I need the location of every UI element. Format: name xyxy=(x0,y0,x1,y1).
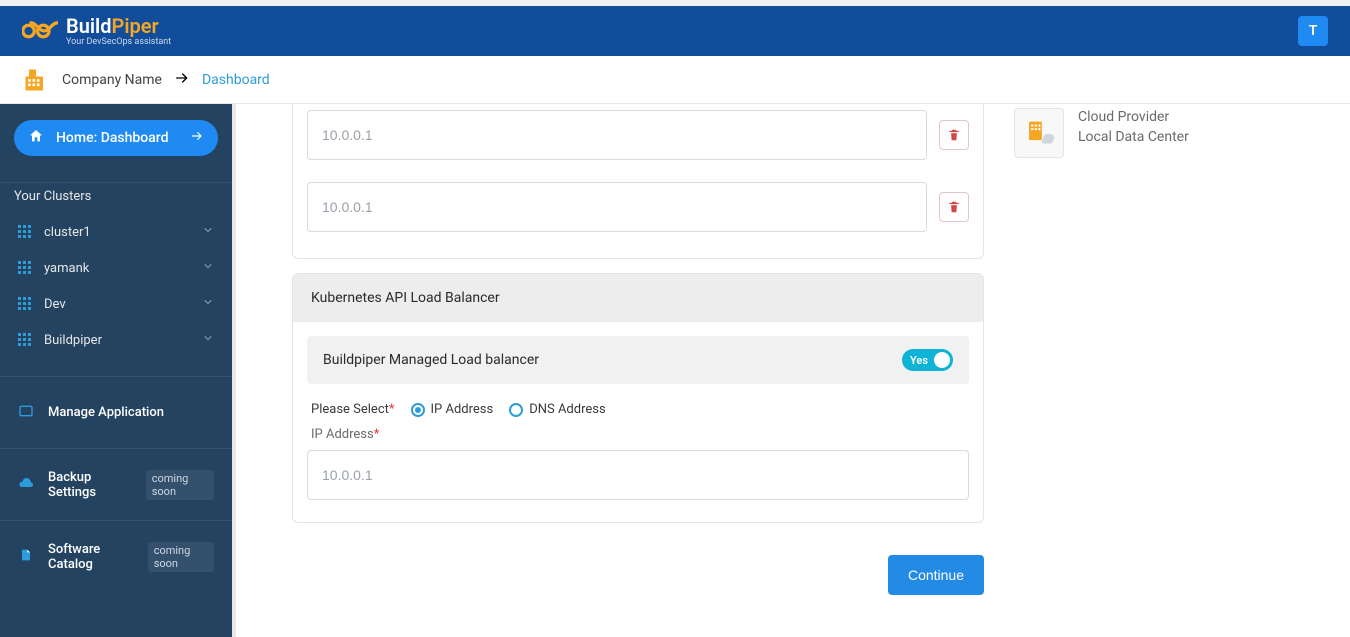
panel-title: Kubernetes API Load Balancer xyxy=(293,274,983,322)
brand-tagline: Your DevSecOps assistant xyxy=(66,38,171,47)
toggle-text: Yes xyxy=(910,354,928,367)
ip-field-label: IP Address* xyxy=(311,427,969,442)
cloud-icon xyxy=(18,475,34,495)
chevron-down-icon xyxy=(202,296,214,312)
grid-icon xyxy=(18,333,32,347)
grid-icon xyxy=(18,297,32,311)
application-icon xyxy=(18,403,34,423)
grid-icon xyxy=(18,261,32,275)
panel-load-balancer: Kubernetes API Load Balancer Buildpiper … xyxy=(292,273,984,523)
arrow-right-icon xyxy=(174,70,190,90)
sidebar-cluster-label: Dev xyxy=(44,297,190,312)
sidebar-section-clusters: Your Clusters xyxy=(0,182,232,214)
managed-lb-toggle[interactable]: Yes xyxy=(902,349,953,371)
breadcrumb-current[interactable]: Dashboard xyxy=(202,72,270,88)
panel-ip-list xyxy=(292,104,984,259)
sidebar-cluster-item[interactable]: cluster1 xyxy=(0,214,232,250)
ip-input[interactable] xyxy=(307,110,927,160)
brand-logo-icon xyxy=(22,19,58,43)
radio-dns-address[interactable]: DNS Address xyxy=(509,402,606,417)
sidebar-item-label: Software Catalog xyxy=(48,542,134,572)
info-line: Cloud Provider xyxy=(1078,108,1189,128)
coming-soon-badge: coming soon xyxy=(146,470,214,500)
company-icon xyxy=(22,67,50,93)
managed-lb-label: Buildpiper Managed Load balancer xyxy=(323,352,539,368)
sidebar: Home: Dashboard Your Clusters cluster1 xyxy=(0,104,232,637)
grid-icon xyxy=(18,225,32,239)
info-sidebar: Cloud Provider Local Data Center xyxy=(1014,104,1314,613)
sidebar-home[interactable]: Home: Dashboard xyxy=(14,120,218,156)
sidebar-cluster-item[interactable]: yamank xyxy=(0,250,232,286)
continue-button[interactable]: Continue xyxy=(888,555,984,595)
brand: BuildPiper Your DevSecOps assistant xyxy=(22,16,171,47)
sidebar-item-label: Manage Application xyxy=(48,405,164,420)
brand-name: BuildPiper xyxy=(66,16,171,36)
sidebar-cluster-item[interactable]: Dev xyxy=(0,286,232,322)
top-bar: BuildPiper Your DevSecOps assistant T xyxy=(0,0,1350,56)
managed-lb-row: Buildpiper Managed Load balancer Yes xyxy=(307,336,969,384)
breadcrumb-company: Company Name xyxy=(62,72,162,88)
sidebar-item-manage-application[interactable]: Manage Application xyxy=(0,376,232,448)
main-content: Kubernetes API Load Balancer Buildpiper … xyxy=(232,104,1350,637)
select-label: Please Select* xyxy=(311,402,395,417)
radio-icon xyxy=(411,403,425,417)
radio-icon xyxy=(509,403,523,417)
sidebar-home-label: Home: Dashboard xyxy=(56,130,178,146)
sidebar-item-software-catalog[interactable]: Software Catalog coming soon xyxy=(0,520,232,592)
radio-label: IP Address xyxy=(431,402,494,417)
radio-ip-address[interactable]: IP Address xyxy=(411,402,494,417)
radio-label: DNS Address xyxy=(529,402,606,417)
chevron-down-icon xyxy=(202,224,214,240)
sidebar-item-label: Backup Settings xyxy=(48,470,132,500)
toggle-dot-icon xyxy=(934,352,950,368)
sidebar-cluster-label: Buildpiper xyxy=(44,333,190,348)
breadcrumb: Company Name Dashboard xyxy=(0,56,1350,104)
coming-soon-badge: coming soon xyxy=(148,542,214,572)
address-type-row: Please Select* IP Address DNS Address xyxy=(307,402,969,417)
delete-ip-button[interactable] xyxy=(939,192,969,222)
lb-ip-input[interactable] xyxy=(307,450,969,500)
chevron-down-icon xyxy=(202,332,214,348)
arrow-right-icon xyxy=(190,129,204,147)
info-line: Local Data Center xyxy=(1078,128,1189,148)
cloud-provider-icon xyxy=(1014,108,1064,158)
user-avatar-button[interactable]: T xyxy=(1298,16,1328,46)
ip-input[interactable] xyxy=(307,182,927,232)
sidebar-cluster-label: cluster1 xyxy=(44,225,190,240)
sidebar-cluster-item[interactable]: Buildpiper xyxy=(0,322,232,358)
home-icon xyxy=(28,128,44,148)
sidebar-item-backup-settings[interactable]: Backup Settings coming soon xyxy=(0,448,232,520)
sidebar-cluster-label: yamank xyxy=(44,261,190,276)
catalog-icon xyxy=(18,547,34,567)
delete-ip-button[interactable] xyxy=(939,120,969,150)
chevron-down-icon xyxy=(202,260,214,276)
